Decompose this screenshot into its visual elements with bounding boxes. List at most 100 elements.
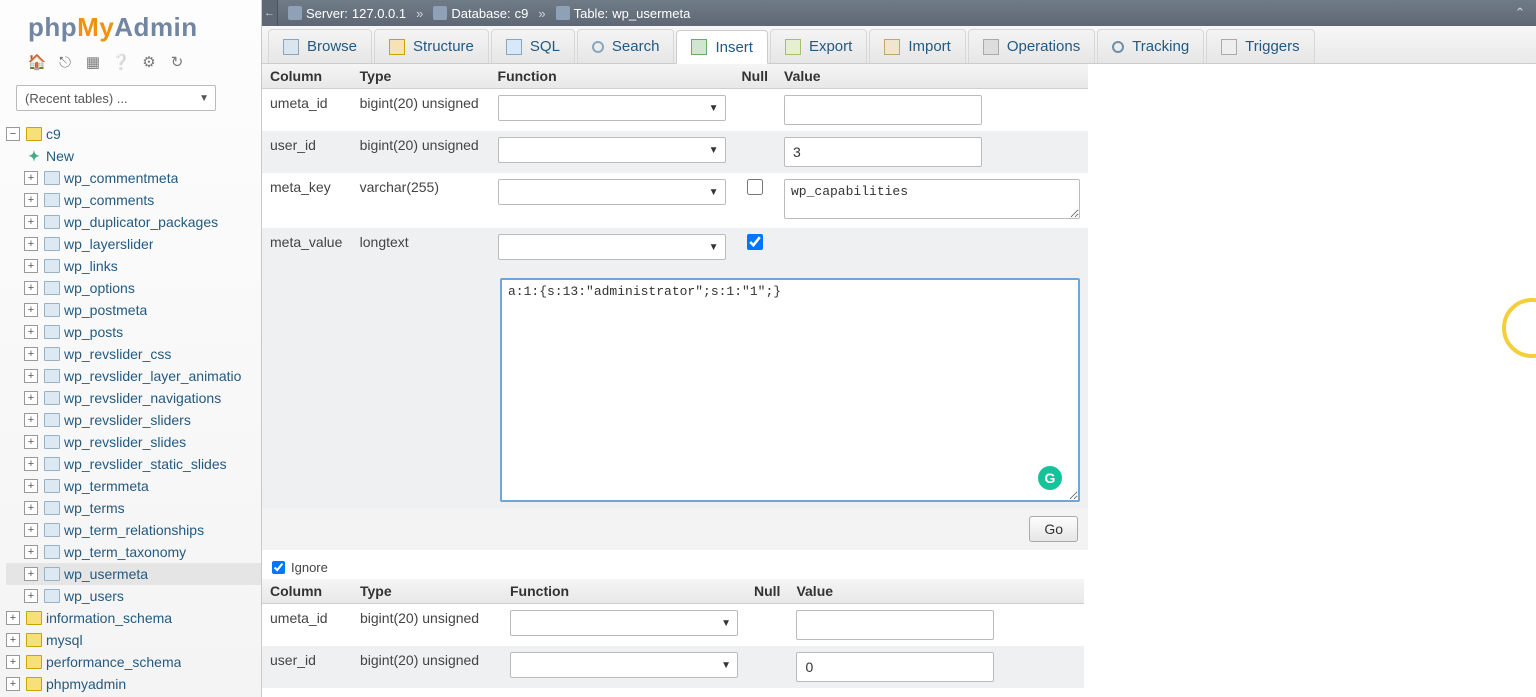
th-value: Value bbox=[776, 64, 1088, 89]
tree-db-phpmyadmin[interactable]: phpmyadmin bbox=[6, 673, 261, 695]
tab-export[interactable]: Export bbox=[770, 29, 867, 63]
tree-table-wp_revslider_static_slides[interactable]: wp_revslider_static_slides bbox=[6, 453, 261, 475]
expand-icon[interactable] bbox=[24, 347, 38, 361]
database-icon bbox=[26, 127, 42, 141]
function-select[interactable]: ▼ bbox=[498, 137, 726, 163]
tree-table-wp_options[interactable]: wp_options bbox=[6, 277, 261, 299]
tab-structure[interactable]: Structure bbox=[374, 29, 489, 63]
col-name: user_id bbox=[262, 131, 352, 173]
null-checkbox[interactable] bbox=[747, 179, 763, 195]
expand-icon[interactable] bbox=[24, 589, 38, 603]
collapse-icon[interactable] bbox=[6, 127, 20, 141]
tree-table-wp_layerslider[interactable]: wp_layerslider bbox=[6, 233, 261, 255]
insert-row-umeta_id: umeta_idbigint(20) unsigned▼ bbox=[262, 89, 1088, 132]
tab-search[interactable]: Search bbox=[577, 29, 675, 63]
expand-icon[interactable] bbox=[24, 215, 38, 229]
value-input[interactable] bbox=[784, 137, 982, 167]
recent-tables-select[interactable]: (Recent tables) ... ▼ bbox=[16, 85, 216, 111]
settings-icon[interactable]: ⚙ bbox=[140, 53, 158, 71]
expand-icon[interactable] bbox=[24, 303, 38, 317]
tree-db-c9[interactable]: c9 bbox=[6, 123, 261, 145]
expand-icon[interactable] bbox=[24, 501, 38, 515]
th-column: Column bbox=[262, 64, 352, 89]
tree-table-wp_postmeta[interactable]: wp_postmeta bbox=[6, 299, 261, 321]
tree-table-wp_users[interactable]: wp_users bbox=[6, 585, 261, 607]
tree-table-wp_revslider_layer_animatio[interactable]: wp_revslider_layer_animatio bbox=[6, 365, 261, 387]
tree-table-wp_revslider_css[interactable]: wp_revslider_css bbox=[6, 343, 261, 365]
ignore-checkbox[interactable] bbox=[272, 561, 285, 574]
tree-table-wp_revslider_navigations[interactable]: wp_revslider_navigations bbox=[6, 387, 261, 409]
function-select[interactable]: ▼ bbox=[498, 95, 726, 121]
sql-icon[interactable]: ▦ bbox=[84, 53, 102, 71]
function-select[interactable]: ▼ bbox=[510, 610, 738, 636]
expand-icon[interactable] bbox=[24, 457, 38, 471]
expand-icon[interactable] bbox=[24, 259, 38, 273]
value-input[interactable] bbox=[784, 95, 982, 125]
breadcrumb-database[interactable]: Database: c9 bbox=[433, 6, 528, 21]
value-input[interactable] bbox=[796, 652, 994, 682]
expand-icon[interactable] bbox=[6, 655, 20, 669]
tree-new[interactable]: ✦ New bbox=[6, 145, 261, 167]
logout-icon[interactable]: ⎋ bbox=[56, 53, 74, 71]
expand-icon[interactable] bbox=[6, 611, 20, 625]
breadcrumb-server[interactable]: Server: 127.0.0.1 bbox=[288, 6, 406, 21]
new-icon: ✦ bbox=[26, 149, 42, 163]
tab-import[interactable]: Import bbox=[869, 29, 966, 63]
tree-table-wp_links[interactable]: wp_links bbox=[6, 255, 261, 277]
tree-table-wp_term_relationships[interactable]: wp_term_relationships bbox=[6, 519, 261, 541]
reload-icon[interactable]: ↻ bbox=[168, 53, 186, 71]
collapse-sidebar-button[interactable]: ← bbox=[262, 0, 278, 26]
expand-icon[interactable] bbox=[24, 435, 38, 449]
expand-icon[interactable] bbox=[24, 413, 38, 427]
tree-table-wp_termmeta[interactable]: wp_termmeta bbox=[6, 475, 261, 497]
value-textarea[interactable] bbox=[784, 179, 1080, 219]
value-input[interactable] bbox=[796, 610, 994, 640]
tree-table-wp_revslider_sliders[interactable]: wp_revslider_sliders bbox=[6, 409, 261, 431]
expand-icon[interactable] bbox=[24, 567, 38, 581]
table-icon bbox=[44, 171, 60, 185]
expand-icon[interactable] bbox=[24, 523, 38, 537]
expand-icon[interactable] bbox=[6, 677, 20, 691]
tree-table-wp_term_taxonomy[interactable]: wp_term_taxonomy bbox=[6, 541, 261, 563]
tree-table-wp_comments[interactable]: wp_comments bbox=[6, 189, 261, 211]
function-select[interactable]: ▼ bbox=[498, 179, 726, 205]
tree-table-wp_commentmeta[interactable]: wp_commentmeta bbox=[6, 167, 261, 189]
tab-tracking[interactable]: Tracking bbox=[1097, 29, 1204, 63]
tab-browse[interactable]: Browse bbox=[268, 29, 372, 63]
expand-icon[interactable] bbox=[24, 325, 38, 339]
expand-icon[interactable] bbox=[6, 633, 20, 647]
hide-breadcrumb-button[interactable]: ⌃ bbox=[1512, 5, 1528, 21]
expand-icon[interactable] bbox=[24, 545, 38, 559]
expand-icon[interactable] bbox=[24, 369, 38, 383]
chevron-down-icon: ▼ bbox=[709, 187, 719, 198]
expand-icon[interactable] bbox=[24, 391, 38, 405]
breadcrumb-table[interactable]: Table: wp_usermeta bbox=[556, 6, 691, 21]
tree-table-wp_revslider_slides[interactable]: wp_revslider_slides bbox=[6, 431, 261, 453]
tree-db-performance_schema[interactable]: performance_schema bbox=[6, 651, 261, 673]
expand-icon[interactable] bbox=[24, 479, 38, 493]
tab-operations[interactable]: Operations bbox=[968, 29, 1095, 63]
expand-icon[interactable] bbox=[24, 237, 38, 251]
home-icon[interactable]: 🏠 bbox=[28, 53, 46, 71]
expand-icon[interactable] bbox=[24, 171, 38, 185]
null-checkbox[interactable] bbox=[747, 234, 763, 250]
expand-icon[interactable] bbox=[24, 193, 38, 207]
tree-table-wp_duplicator_packages[interactable]: wp_duplicator_packages bbox=[6, 211, 261, 233]
table-icon bbox=[44, 567, 60, 581]
expand-icon[interactable] bbox=[24, 281, 38, 295]
tree-table-wp_terms[interactable]: wp_terms bbox=[6, 497, 261, 519]
th-null: Null bbox=[734, 64, 776, 89]
tab-triggers[interactable]: Triggers bbox=[1206, 29, 1314, 63]
tree-db-mysql[interactable]: mysql bbox=[6, 629, 261, 651]
value-textarea-large[interactable] bbox=[500, 278, 1080, 502]
tree-table-wp_posts[interactable]: wp_posts bbox=[6, 321, 261, 343]
tab-sql[interactable]: SQL bbox=[491, 29, 575, 63]
go-button[interactable]: Go bbox=[1029, 516, 1078, 542]
tab-insert[interactable]: Insert bbox=[676, 30, 768, 64]
function-select[interactable]: ▼ bbox=[510, 652, 738, 678]
function-select[interactable]: ▼ bbox=[498, 234, 726, 260]
tree-db-information_schema[interactable]: information_schema bbox=[6, 607, 261, 629]
docs-icon[interactable]: ❔ bbox=[112, 53, 130, 71]
tree-table-wp_usermeta[interactable]: wp_usermeta bbox=[6, 563, 261, 585]
ignore-label[interactable]: Ignore bbox=[291, 560, 328, 575]
